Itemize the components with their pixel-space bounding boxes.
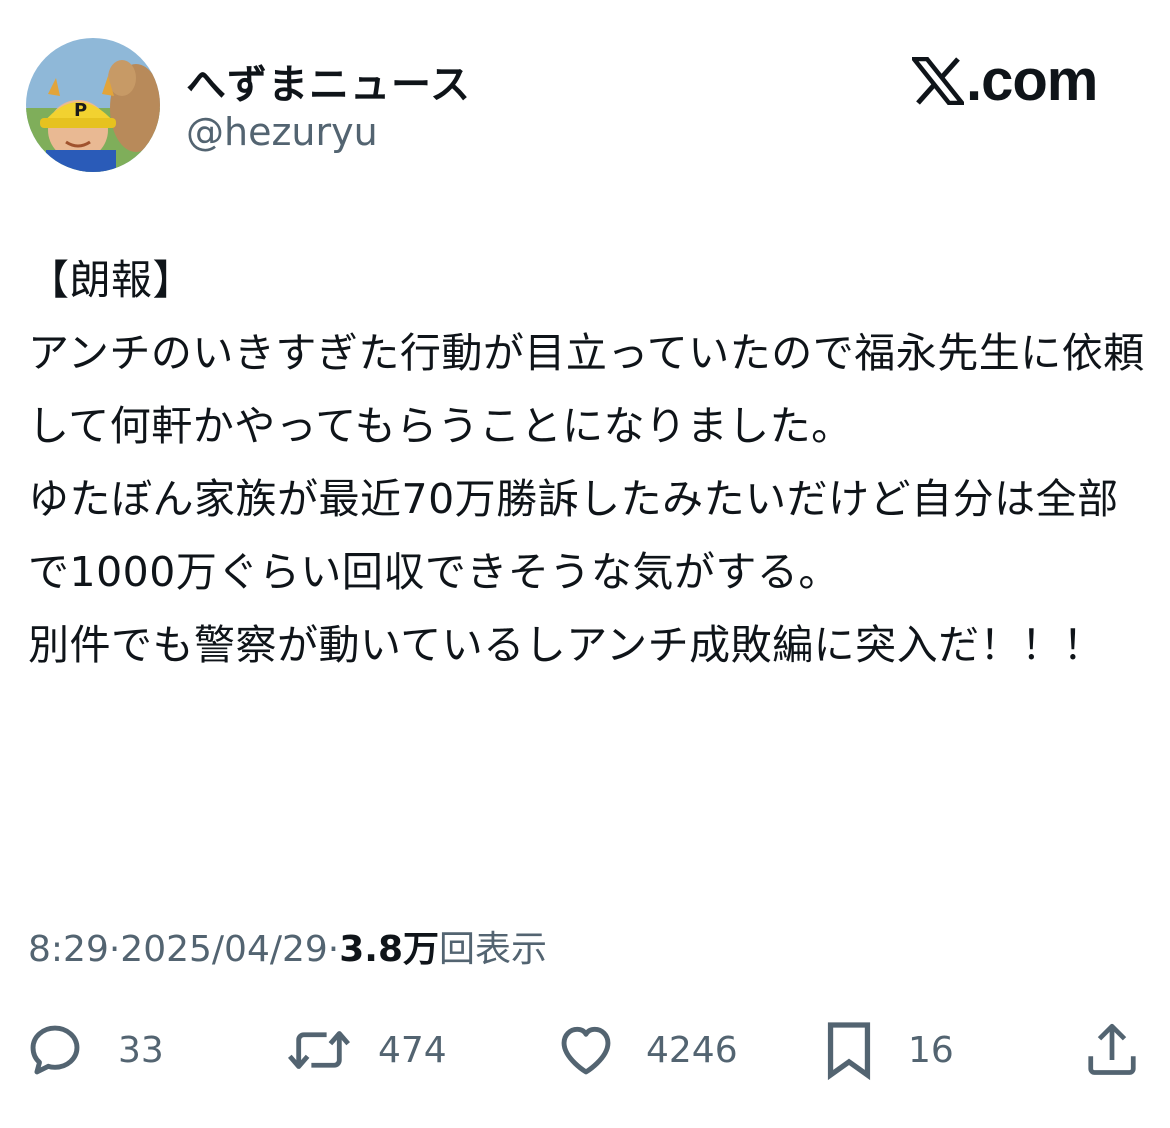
- reply-button[interactable]: 33: [24, 1012, 164, 1088]
- post-text: 【朗報】 アンチのいきすぎた行動が目立っていたので福永先生に依頼して何軒かやって…: [28, 256, 1145, 669]
- repost-count: 474: [378, 1029, 447, 1071]
- avatar[interactable]: P: [26, 38, 160, 172]
- repost-button[interactable]: 474: [286, 1012, 447, 1088]
- bookmark-icon: [827, 1022, 871, 1081]
- svg-text:P: P: [74, 100, 87, 121]
- action-bar: 33 474 4246 16: [24, 1012, 1148, 1088]
- x-com-watermark: .com: [912, 46, 1098, 116]
- meta-separator: ·: [108, 929, 121, 970]
- post-time[interactable]: 8:29: [28, 929, 109, 970]
- bookmark-button[interactable]: 16: [820, 1012, 954, 1088]
- views-label: 回表示: [439, 929, 548, 970]
- reply-icon: [30, 1025, 80, 1075]
- author-display-name[interactable]: へずまニュース: [186, 52, 471, 110]
- share-button[interactable]: [1082, 1012, 1142, 1088]
- post-meta: 8:29 · 2025/04/29 · 3.8万 回表示: [28, 920, 547, 972]
- like-button[interactable]: 4246: [554, 1012, 738, 1088]
- x-logo-icon: [912, 57, 964, 105]
- repost-icon: [287, 1031, 351, 1069]
- x-com-domain: .com: [966, 48, 1098, 113]
- post-date[interactable]: 2025/04/29: [120, 929, 328, 970]
- heart-icon: [561, 1026, 611, 1075]
- author-handle[interactable]: @hezuryu: [186, 110, 378, 154]
- bookmark-count: 16: [908, 1029, 954, 1071]
- avatar-photo-icon: P: [26, 38, 160, 172]
- share-icon: [1088, 1023, 1136, 1075]
- views-count: 3.8万: [339, 929, 440, 970]
- like-count: 4246: [646, 1029, 738, 1071]
- reply-count: 33: [118, 1029, 164, 1071]
- meta-separator: ·: [327, 929, 340, 970]
